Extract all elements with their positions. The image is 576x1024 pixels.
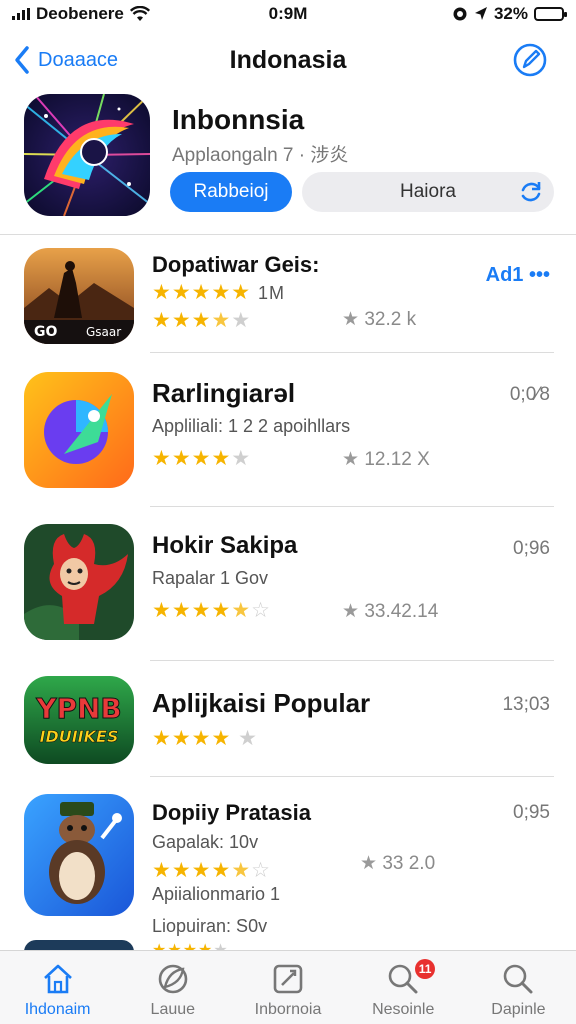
app-meta: 0;95 xyxy=(513,802,550,823)
app-get-button[interactable]: Ad1 ••• xyxy=(486,264,550,287)
app-name: Rarlingiarəl xyxy=(152,378,296,408)
featured-secondary-label: Haiora xyxy=(400,181,456,202)
row-divider xyxy=(150,776,554,777)
house-icon xyxy=(43,964,72,994)
row-divider xyxy=(150,352,554,353)
tab-label: Dapinle xyxy=(491,1001,546,1018)
status-time: 0:9M xyxy=(268,4,308,23)
compose-icon[interactable] xyxy=(512,42,548,78)
svg-text:YPNB: YPNB xyxy=(35,692,122,725)
svg-text:IDUIIKES: IDUIIKES xyxy=(40,727,119,746)
app-icon: YPNB IDUIIKES xyxy=(24,676,134,764)
app-subtitle: Liopuiran: S0v xyxy=(152,916,268,936)
search-icon xyxy=(504,964,533,994)
app-meta: 0;96 xyxy=(513,538,550,559)
tab-games[interactable]: Lauue xyxy=(115,951,230,1024)
tab-label: Inbornoia xyxy=(254,1001,322,1018)
app-subtitle: Appliliali: 1 2 2 apoihllars xyxy=(152,416,351,436)
status-bar: Deobenere 0:9M 32% xyxy=(0,0,576,28)
navigation-bar: Doaaace Indonasia xyxy=(0,34,576,86)
app-review-count: ★ 33 2.0 xyxy=(360,853,436,874)
chevron-left-icon xyxy=(15,46,29,74)
app-meta: 0;0⁄8 xyxy=(509,384,550,405)
notification-badge: 11 xyxy=(414,959,436,979)
back-button[interactable]: Doaaace xyxy=(14,45,118,75)
app-subtitle: Apiialionmario 1 xyxy=(152,884,281,904)
app-subtitle: Rapalar 1 Gov xyxy=(152,568,269,588)
app-icon: GO Gsaar xyxy=(24,248,134,344)
app-rating-stars: ★★★★★☆ xyxy=(152,859,271,882)
app-meta: 13;03 xyxy=(502,694,550,715)
tab-bar: Ihdonaim Lauue Inbornoia 11 Nesoinle Dap… xyxy=(0,950,576,1024)
tab-label: Lauue xyxy=(150,1001,196,1018)
app-subtitle: Gapalak: 10v xyxy=(152,832,259,852)
app-review-count: ★ 12.12 X xyxy=(342,449,430,470)
app-icon xyxy=(24,524,134,640)
tab-search[interactable]: Dapinle xyxy=(461,951,576,1024)
app-name: Dopatiwar Geis: xyxy=(152,252,320,277)
refresh-icon[interactable] xyxy=(518,179,544,205)
featured-primary-button[interactable]: Rabbeioj xyxy=(170,172,292,212)
svg-text:GO: GO xyxy=(34,324,57,340)
featured-secondary-button[interactable]: Haiora xyxy=(302,172,554,212)
app-name: Aplijkaisi Popular xyxy=(152,688,371,718)
app-review-count: ★ 33.42.14 xyxy=(342,601,439,622)
tab-home[interactable]: Ihdonaim xyxy=(0,951,115,1024)
row-divider xyxy=(150,506,554,507)
tab-apps[interactable]: Inbornoia xyxy=(230,951,345,1024)
tab-label: Ihdonaim xyxy=(24,1001,91,1018)
featured-app-subtitle: Applaongaln 7 · 涉炎 xyxy=(172,145,349,166)
app-rating-stars: ★★★★★ xyxy=(152,447,252,470)
tab-updates[interactable]: 11 Nesoinle xyxy=(346,951,461,1024)
tab-label: Nesoinle xyxy=(372,1001,435,1018)
app-rating-text: 1M xyxy=(257,283,285,303)
app-rating-stars: ★★★★ ★ xyxy=(152,727,258,750)
app-rating-stars: ★★★★★☆ xyxy=(152,599,271,622)
app-name: Dopiiy Pratasia xyxy=(152,800,311,825)
back-label: Doaaace xyxy=(38,48,119,71)
app-name: Hokir Sakipa xyxy=(152,532,298,559)
app-icon xyxy=(24,794,134,916)
app-rating-stars: ★★★★★ xyxy=(152,309,252,332)
battery-icon xyxy=(534,7,567,21)
featured-app-name: Inbonnsia xyxy=(172,104,305,135)
featured-app-icon[interactable] xyxy=(24,94,150,216)
rocket-icon xyxy=(158,964,188,994)
featured-app: Inbonnsia Applaongaln 7 · 涉炎 Rabbeioj Ha… xyxy=(24,94,554,220)
app-rating-stars: ★★★★★ 1M xyxy=(152,281,285,304)
section-divider xyxy=(0,234,576,235)
row-divider xyxy=(150,660,554,661)
app-review-count: ★ 32.2 k xyxy=(342,309,417,330)
square-pen-icon xyxy=(273,964,303,994)
app-icon xyxy=(24,372,134,488)
svg-text:Gsaar: Gsaar xyxy=(86,325,121,339)
